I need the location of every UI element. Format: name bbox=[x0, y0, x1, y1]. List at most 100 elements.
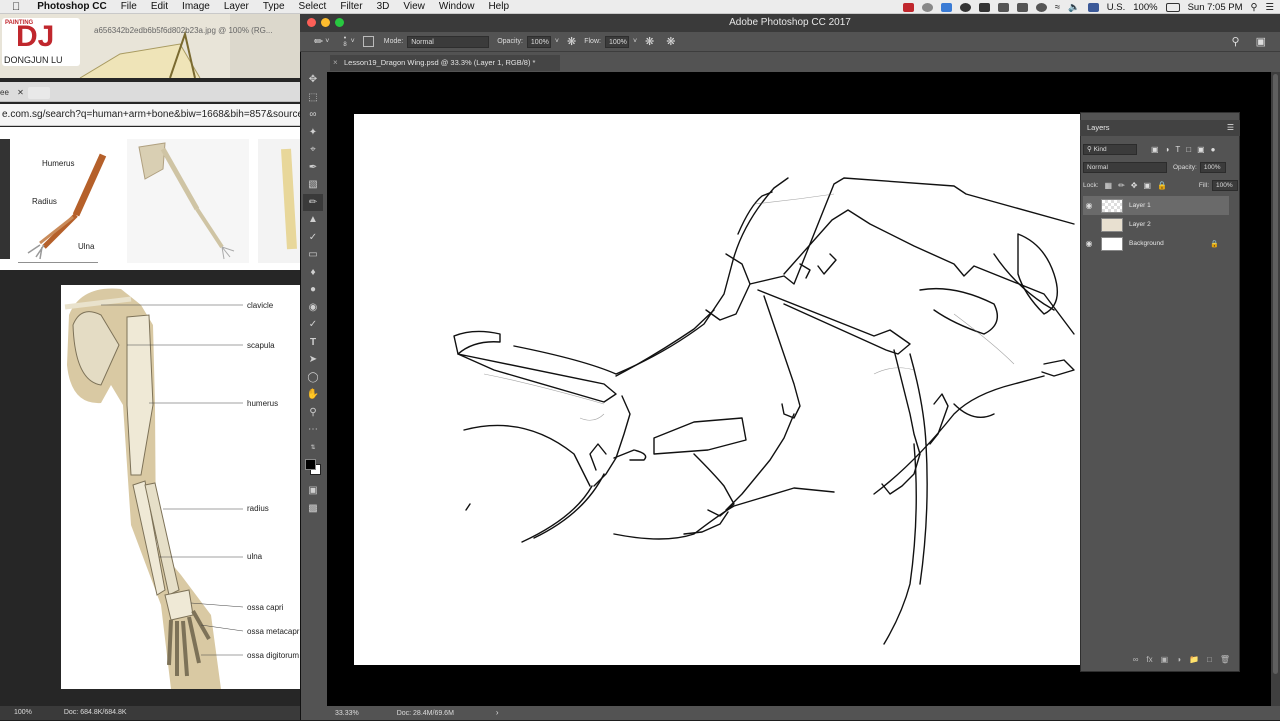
menu-view[interactable]: View bbox=[396, 0, 432, 14]
battery-percent[interactable]: 100% bbox=[1133, 2, 1157, 13]
brush-tool-preset-icon[interactable]: ✏ bbox=[314, 35, 323, 48]
layer-row[interactable]: ◉ Background 🔒 bbox=[1083, 234, 1229, 253]
clone-stamp-tool-icon[interactable]: ▲ bbox=[303, 211, 323, 229]
menu-filter[interactable]: Filter bbox=[333, 0, 369, 14]
adobe-cc-icon[interactable] bbox=[902, 2, 914, 12]
delete-layer-icon[interactable]: 🗑 bbox=[1220, 655, 1230, 664]
eyedropper-tool-icon[interactable]: ✒ bbox=[303, 159, 323, 177]
paint-bucket-tool-icon[interactable]: ♦ bbox=[303, 264, 323, 282]
menu-3d[interactable]: 3D bbox=[370, 0, 397, 14]
teamviewer-icon[interactable] bbox=[940, 2, 952, 12]
chevron-down-icon[interactable]: ˅ bbox=[555, 38, 559, 45]
layer-style-icon[interactable]: fx bbox=[1146, 655, 1152, 664]
pressure-size-icon[interactable]: ❋ bbox=[666, 35, 675, 48]
menu-type[interactable]: Type bbox=[256, 0, 292, 14]
apple-menu-icon[interactable]:  bbox=[0, 0, 30, 14]
notification-icon[interactable] bbox=[959, 2, 971, 12]
dropbox-icon[interactable] bbox=[978, 2, 990, 12]
airplay-icon[interactable] bbox=[1016, 2, 1028, 12]
volume-icon[interactable]: 🔈 bbox=[1068, 2, 1080, 13]
layers-panel-header[interactable]: Layers ☰ bbox=[1080, 120, 1240, 136]
foreground-color-swatch[interactable] bbox=[305, 459, 316, 470]
chevron-down-icon[interactable]: ˅ bbox=[351, 38, 355, 45]
filter-type-icons[interactable]: ▣◑T□▣ bbox=[1151, 145, 1211, 154]
eye-icon[interactable]: ◉ bbox=[1083, 201, 1095, 210]
result-thumb-3[interactable] bbox=[258, 139, 300, 263]
menu-select[interactable]: Select bbox=[292, 0, 334, 14]
layer-row[interactable]: Layer 2 bbox=[1083, 215, 1229, 234]
menu-edit[interactable]: Edit bbox=[144, 0, 175, 14]
fill-input[interactable]: 100% bbox=[1212, 180, 1238, 191]
chevron-down-icon[interactable]: ˅ bbox=[633, 38, 637, 45]
eye-icon[interactable]: ◉ bbox=[1083, 239, 1095, 248]
notification-center-icon[interactable]: ☰ bbox=[1265, 2, 1274, 13]
new-group-icon[interactable]: 📁 bbox=[1189, 655, 1199, 664]
swap-colors-icon[interactable]: ⇅ bbox=[303, 439, 323, 457]
close-tab-icon[interactable]: ✕ bbox=[17, 88, 24, 97]
color-swatches[interactable] bbox=[303, 456, 323, 482]
search-icon[interactable]: ⚲ bbox=[1232, 35, 1240, 48]
new-tab-button[interactable] bbox=[28, 87, 50, 99]
viewer-zoom[interactable]: 100% bbox=[14, 709, 32, 716]
display-icon[interactable] bbox=[997, 2, 1009, 12]
lasso-tool-icon[interactable]: ∞ bbox=[303, 106, 323, 124]
menu-layer[interactable]: Layer bbox=[217, 0, 256, 14]
lock-icons[interactable]: ▦✏✥▣🔒 bbox=[1105, 181, 1173, 190]
eraser-tool-icon[interactable]: ▭ bbox=[303, 246, 323, 264]
more-tools-icon[interactable]: ⋯ bbox=[303, 421, 323, 439]
menu-file[interactable]: File bbox=[114, 0, 144, 14]
workspace-icon[interactable]: ▣ bbox=[1256, 35, 1266, 48]
app-menu[interactable]: Photoshop CC bbox=[30, 0, 113, 14]
status-menu-icon[interactable]: › bbox=[496, 708, 499, 717]
minimize-window-button[interactable] bbox=[321, 18, 330, 27]
document-canvas[interactable] bbox=[354, 114, 1080, 665]
link-layers-icon[interactable]: ∞ bbox=[1133, 655, 1139, 664]
add-mask-icon[interactable]: ▣ bbox=[1161, 655, 1169, 664]
chevron-down-icon[interactable]: ˅ bbox=[325, 38, 329, 45]
type-tool-icon[interactable]: T bbox=[303, 334, 323, 352]
move-tool-icon[interactable]: ✥ bbox=[303, 71, 323, 89]
dodge-tool-icon[interactable]: ◉ bbox=[303, 299, 323, 317]
sync-icon[interactable] bbox=[921, 2, 933, 12]
menu-image[interactable]: Image bbox=[175, 0, 217, 14]
opacity-input[interactable]: 100% bbox=[526, 35, 551, 48]
close-window-button[interactable] bbox=[307, 18, 316, 27]
blend-mode-select[interactable]: Normal bbox=[1083, 162, 1167, 173]
brush-size-picker[interactable]: • 8 bbox=[343, 35, 346, 49]
pen-tool-icon[interactable]: ✓ bbox=[303, 316, 323, 334]
layer-opacity-input[interactable]: 100% bbox=[1199, 162, 1226, 173]
airbrush-icon[interactable]: ❋ bbox=[645, 35, 654, 48]
input-source[interactable]: U.S. bbox=[1107, 2, 1125, 13]
time-machine-icon[interactable] bbox=[1035, 2, 1047, 12]
brush-tool-icon[interactable]: ✏ bbox=[303, 193, 323, 211]
close-tab-icon[interactable]: × bbox=[333, 55, 338, 71]
pressure-opacity-icon[interactable]: ❋ bbox=[567, 35, 576, 48]
address-bar[interactable]: e.com.sg/search?q=human+arm+bone&biw=166… bbox=[0, 104, 300, 126]
zoom-tool-icon[interactable]: ⚲ bbox=[303, 404, 323, 422]
result-thumb-2[interactable] bbox=[127, 139, 249, 263]
clock[interactable]: Sun 7:05 PM bbox=[1188, 2, 1243, 13]
mode-select[interactable]: Normal bbox=[407, 35, 490, 48]
scrollbar-thumb[interactable] bbox=[1273, 74, 1278, 674]
marquee-tool-icon[interactable]: ⬚ bbox=[303, 89, 323, 107]
browser-tab[interactable]: ee ✕ bbox=[0, 85, 26, 101]
filter-toggle-icon[interactable]: ● bbox=[1211, 145, 1216, 154]
menu-window[interactable]: Window bbox=[432, 0, 482, 14]
adjustment-layer-icon[interactable]: ◑ bbox=[1176, 655, 1181, 664]
menu-help[interactable]: Help bbox=[481, 0, 516, 14]
spotlight-icon[interactable]: ⚲ bbox=[1251, 2, 1258, 13]
wifi-icon[interactable]: ≈ bbox=[1055, 2, 1060, 13]
brush-panel-icon[interactable] bbox=[362, 36, 374, 47]
screen-mode-icon[interactable]: ▩ bbox=[303, 500, 323, 518]
crop-tool-icon[interactable]: ⌖ bbox=[303, 141, 323, 159]
quick-mask-icon[interactable]: ▣ bbox=[303, 482, 323, 500]
zoom-window-button[interactable] bbox=[335, 18, 344, 27]
filter-kind-select[interactable]: ⚲ Kind bbox=[1083, 144, 1137, 155]
panel-menu-icon[interactable]: ☰ bbox=[1227, 120, 1234, 136]
document-tab[interactable]: × Lesson19_Dragon Wing.psd @ 33.3% (Laye… bbox=[330, 55, 560, 71]
flow-input[interactable]: 100% bbox=[604, 35, 629, 48]
healing-brush-tool-icon[interactable]: ▧ bbox=[303, 176, 323, 194]
quick-select-tool-icon[interactable]: ✦ bbox=[303, 124, 323, 142]
hand-tool-icon[interactable]: ✋ bbox=[303, 386, 323, 404]
layer-row[interactable]: ◉ Layer 1 bbox=[1083, 196, 1229, 215]
